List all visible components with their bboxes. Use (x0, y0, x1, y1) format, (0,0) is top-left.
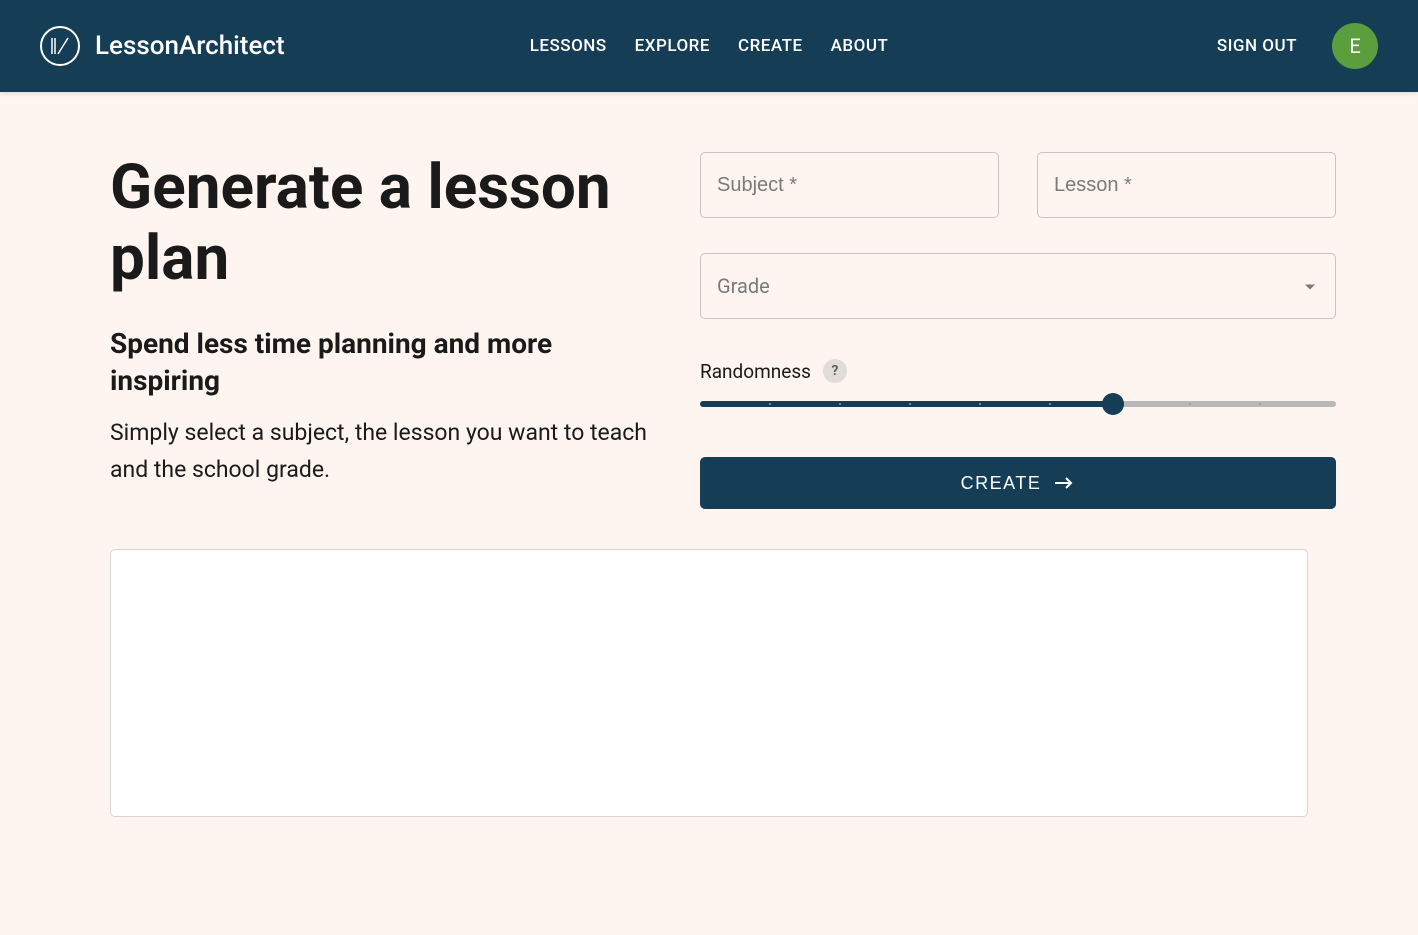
slider-tick (839, 403, 841, 405)
nav-lessons[interactable]: LESSONS (530, 36, 607, 56)
slider-tick (769, 403, 771, 405)
form-column: Grade Randomness ? (700, 152, 1336, 509)
sign-out-link[interactable]: SIGN OUT (1217, 36, 1297, 56)
slider-label-row: Randomness ? (700, 359, 1336, 383)
randomness-section: Randomness ? (700, 359, 1336, 407)
user-avatar[interactable]: E (1332, 23, 1378, 69)
lesson-input[interactable] (1037, 152, 1336, 218)
randomness-slider[interactable] (700, 401, 1336, 407)
subject-input[interactable] (700, 152, 999, 218)
nav-explore[interactable]: EXPLORE (635, 36, 710, 56)
main-nav: LESSONS EXPLORE CREATE ABOUT (530, 36, 889, 56)
input-row (700, 152, 1336, 218)
page-description: Simply select a subject, the lesson you … (110, 415, 650, 489)
main-header: LessonArchitect LESSONS EXPLORE CREATE A… (0, 0, 1418, 92)
create-button[interactable]: CREATE (700, 457, 1336, 509)
arrow-right-icon (1053, 475, 1075, 491)
grade-select-container: Grade (700, 253, 1336, 319)
brand-name: LessonArchitect (95, 31, 285, 61)
nav-about[interactable]: ABOUT (831, 36, 889, 56)
main-content: Generate a lesson plan Spend less time p… (0, 92, 1418, 549)
brand-logo[interactable]: LessonArchitect (40, 26, 285, 66)
randomness-label: Randomness (700, 360, 811, 383)
page-title: Generate a lesson plan (110, 152, 650, 295)
help-icon[interactable]: ? (823, 359, 847, 383)
logo-icon (40, 26, 80, 66)
create-button-label: CREATE (961, 473, 1042, 494)
output-box (110, 549, 1308, 817)
slider-tick (909, 403, 911, 405)
slider-tick (1049, 403, 1051, 405)
header-right: SIGN OUT E (1217, 23, 1378, 69)
slider-fill (700, 401, 1113, 407)
slider-tick (979, 403, 981, 405)
intro-column: Generate a lesson plan Spend less time p… (110, 152, 650, 509)
nav-create[interactable]: CREATE (738, 36, 803, 56)
slider-thumb[interactable] (1102, 393, 1124, 415)
slider-tick (1189, 403, 1191, 405)
grade-select-label: Grade (717, 274, 770, 298)
slider-tick (1259, 403, 1261, 405)
grade-select[interactable]: Grade (700, 253, 1336, 319)
output-section (0, 549, 1418, 857)
page-subtitle: Spend less time planning and more inspir… (110, 325, 650, 401)
